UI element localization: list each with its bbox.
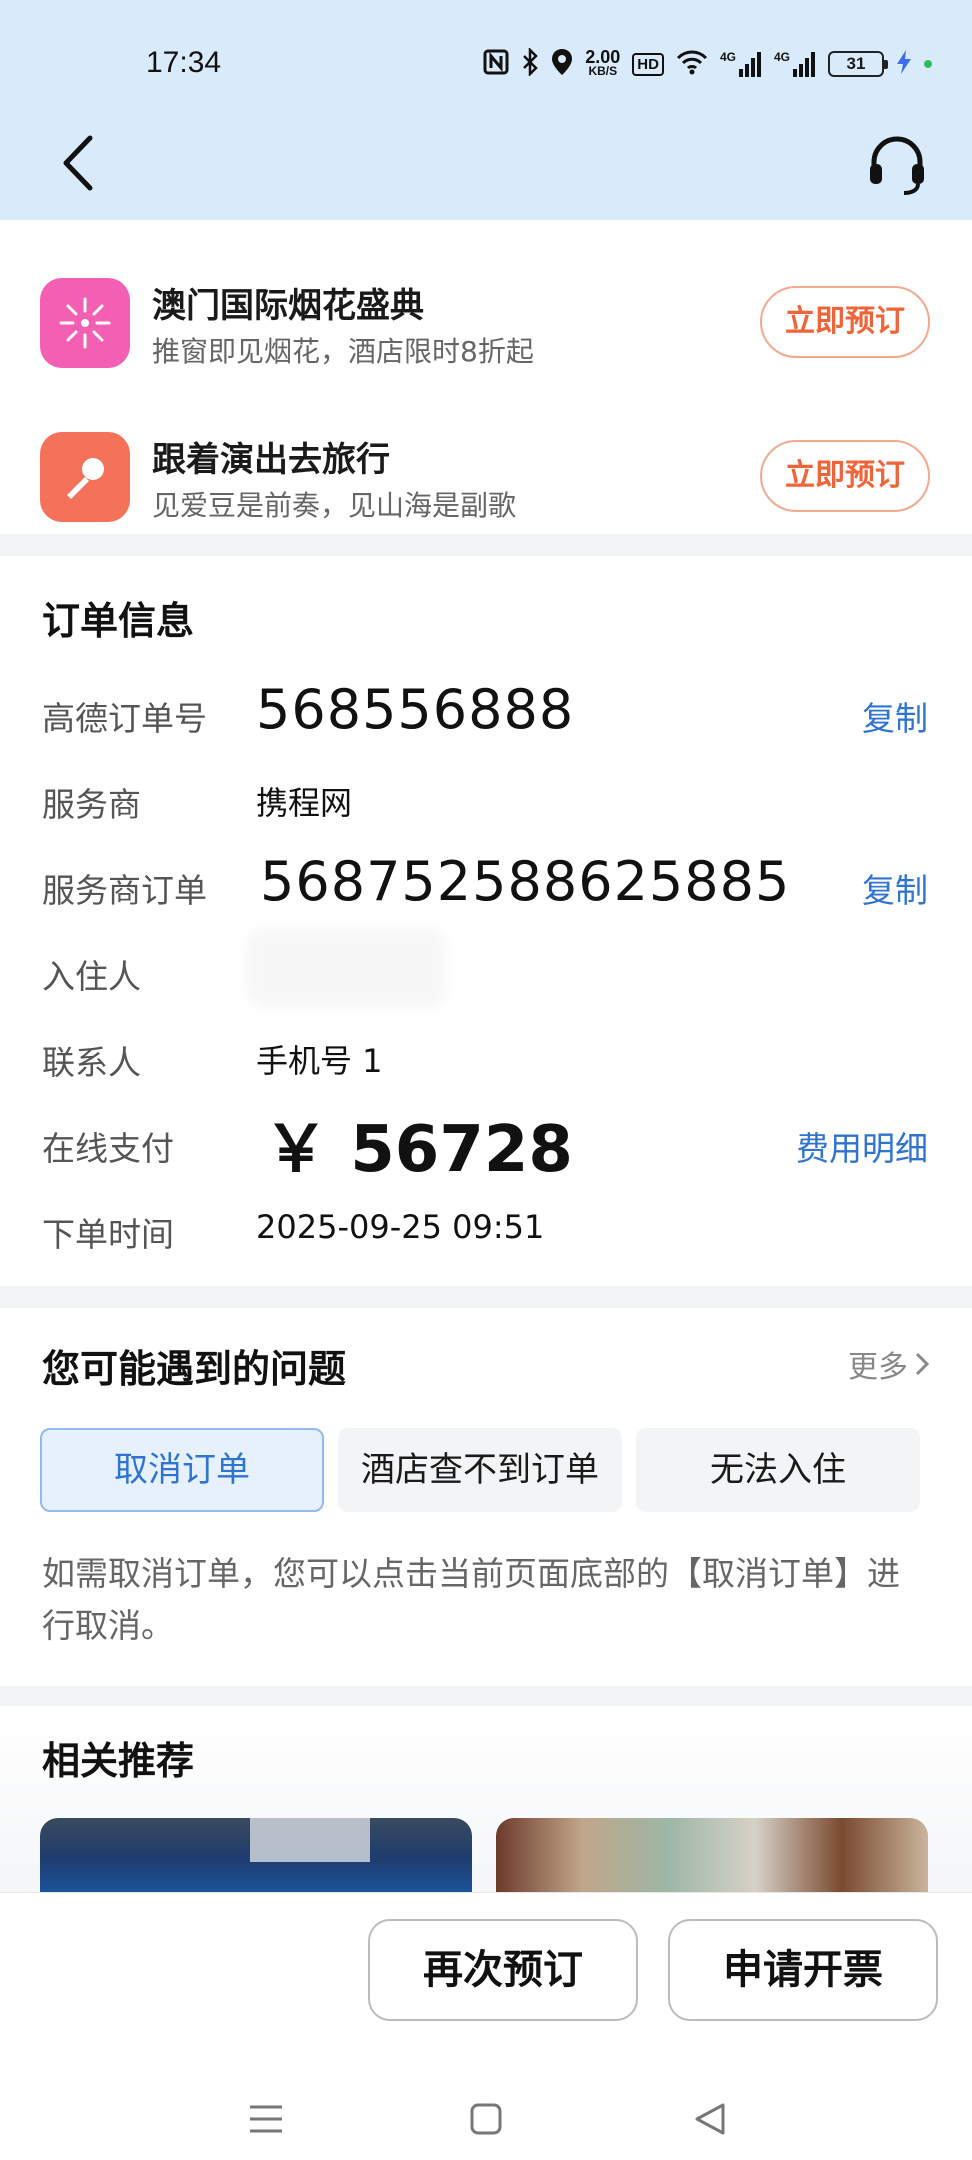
nav-home-button[interactable] (456, 2089, 516, 2149)
promo-title: 跟着演出去旅行 (152, 440, 390, 480)
order-row-amap-number: 高德订单号 568556888 复制 (0, 670, 972, 750)
chip-cancel-order[interactable]: 取消订单 (40, 1428, 324, 1512)
recommend-title: 相关推荐 (42, 1739, 195, 1783)
signal-2-label: 4G (773, 50, 790, 64)
order-info-card: 订单信息 高德订单号 568556888 复制 服务商 携程网 服务商订单 56… (0, 556, 972, 1286)
order-row-payment: 在线支付 ￥ 56728 费用明细 (0, 1100, 972, 1187)
faq-more-link[interactable]: 更多 (848, 1342, 930, 1386)
location-icon (551, 48, 573, 80)
headset-icon (870, 136, 924, 195)
status-time: 17:34 (146, 46, 222, 79)
chip-hotel-no-order[interactable]: 酒店查不到订单 (338, 1428, 622, 1512)
redacted-guest (246, 928, 446, 1008)
provider-order-number: 568752588625885 (260, 850, 791, 913)
order-row-time: 下单时间 2025-09-25 09:51 (0, 1186, 972, 1266)
copy-provider-order-button[interactable]: 复制 (862, 864, 928, 912)
indicator-dot-icon (924, 60, 932, 68)
microphone-icon (40, 432, 130, 522)
faq-answer: 如需取消订单，您可以点击当前页面底部的【取消订单】进行取消。 (42, 1554, 900, 1645)
home-icon (470, 2103, 502, 2135)
nav-back-button[interactable] (680, 2089, 740, 2149)
menu-icon (250, 2105, 282, 2133)
row-label: 下单时间 (42, 1215, 174, 1254)
promo-subtitle: 见爱豆是前奏，见山海是副歌 (152, 489, 517, 522)
amap-order-number: 568556888 (256, 678, 575, 741)
charging-icon (896, 49, 912, 80)
header: 17:34 2.00 KB/S HD 4G 4G 31 (0, 0, 972, 220)
order-row-guest: 入住人 (0, 928, 972, 1008)
chevron-left-icon (63, 135, 93, 191)
promo-item-concert[interactable]: 跟着演出去旅行 见爱豆是前奏，见山海是副歌 立即预订 (0, 402, 972, 552)
signal-icon-1: 4G (720, 51, 762, 77)
nav-menu-button[interactable] (236, 2089, 296, 2149)
row-label: 在线支付 (42, 1129, 174, 1168)
battery-icon: 31 (828, 51, 888, 77)
promo-item-fireworks[interactable]: 澳门国际烟花盛典 推窗即见烟花，酒店限时8折起 立即预订 (0, 248, 972, 398)
status-bar: 17:34 2.00 KB/S HD 4G 4G 31 (0, 0, 972, 130)
nfc-icon (483, 49, 509, 79)
triangle-back-icon (695, 2103, 725, 2135)
fireworks-icon (40, 278, 130, 368)
network-speed-unit: KB/S (588, 64, 618, 78)
bottom-action-bar: 再次预订 申请开票 (0, 1892, 972, 2160)
faq-chips: 取消订单 酒店查不到订单 无法入住 (40, 1428, 920, 1512)
book-now-button[interactable]: 立即预订 (760, 440, 930, 512)
order-row-provider-number: 服务商订单 568752588625885 复制 (0, 842, 972, 922)
back-button[interactable] (52, 130, 112, 196)
copy-order-number-button[interactable]: 复制 (862, 692, 928, 740)
row-label: 入住人 (42, 957, 141, 996)
order-info-title: 订单信息 (42, 599, 195, 643)
order-time: 2025-09-25 09:51 (256, 1208, 545, 1246)
promo-card: 澳门国际烟花盛典 推窗即见烟花，酒店限时8折起 立即预订 跟着演出去旅行 见爱豆… (0, 220, 972, 534)
rebook-button[interactable]: 再次预订 (368, 1919, 638, 2021)
book-now-button[interactable]: 立即预订 (760, 286, 930, 358)
status-icons: 2.00 KB/S HD 4G 4G 31 (483, 46, 932, 80)
network-speed-value: 2.00 (585, 47, 621, 67)
promo-title: 澳门国际烟花盛典 (152, 286, 424, 326)
row-label: 服务商 (42, 785, 141, 824)
order-row-contact: 联系人 手机号 1 (0, 1014, 972, 1094)
fee-details-link[interactable]: 费用明细 (796, 1122, 928, 1170)
more-label: 更多 (848, 1350, 908, 1385)
wifi-icon (676, 49, 708, 79)
contact-phone: 手机号 1 (256, 1042, 383, 1080)
signal-1-label: 4G (719, 50, 736, 64)
payment-amount: ￥ 56728 (264, 1113, 573, 1187)
row-label: 服务商订单 (42, 871, 207, 910)
network-speed: 2.00 KB/S (585, 47, 621, 78)
bluetooth-icon (521, 46, 539, 80)
apply-invoice-button[interactable]: 申请开票 (668, 1919, 938, 2021)
provider-name: 携程网 (256, 784, 353, 822)
sign-image (250, 1818, 370, 1862)
faq-card: 您可能遇到的问题 更多 取消订单 酒店查不到订单 无法入住 如需取消订单，您可以… (0, 1308, 972, 1686)
customer-service-button[interactable] (862, 130, 932, 196)
recommend-section: 相关推荐 (0, 1706, 972, 1918)
promo-subtitle: 推窗即见烟花，酒店限时8折起 (152, 335, 534, 368)
chip-cannot-checkin[interactable]: 无法入住 (636, 1428, 920, 1512)
row-label: 高德订单号 (42, 699, 207, 738)
faq-title: 您可能遇到的问题 (42, 1347, 347, 1391)
chevron-right-icon (915, 1352, 930, 1376)
order-row-provider: 服务商 携程网 (0, 756, 972, 836)
signal-icon-2: 4G (774, 51, 816, 77)
redacted-phone (392, 1022, 592, 1084)
row-label: 联系人 (42, 1043, 141, 1082)
hd-icon: HD (632, 52, 664, 76)
